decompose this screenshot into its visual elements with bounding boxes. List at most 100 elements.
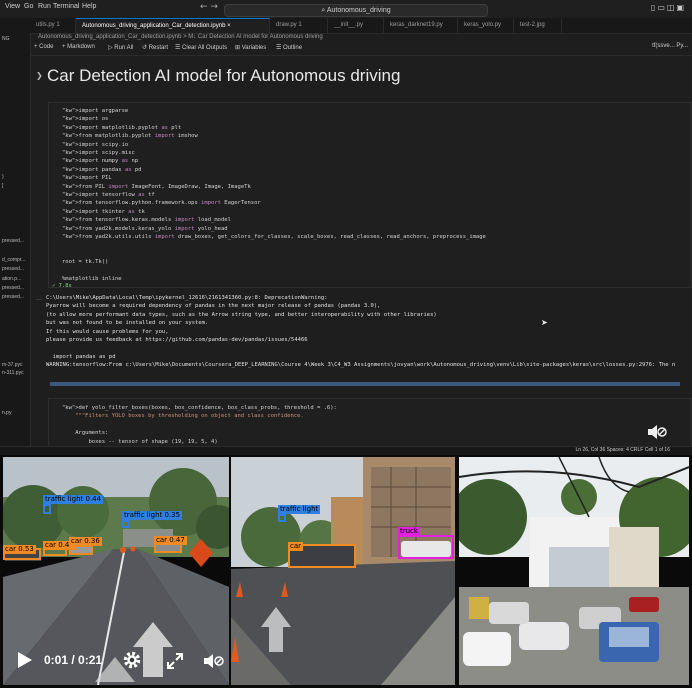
command-center[interactable]: ⌕ Autonomous_driving [224,4,488,17]
notebook-toolbar: + Code + Markdown ▷ Run All ↺ Restart ☰ … [30,42,692,56]
code-line[interactable]: "kw">from yad2k.models.keras_yolo import… [62,226,228,232]
explorer-fragment[interactable]: pressed... [2,285,24,291]
code-line[interactable]: """Filters YOLO boxes by thresholding on… [62,413,303,419]
output-line: but was not found to be installed on you… [46,320,209,327]
traffic-light-label: traffic light 0.35 [122,511,183,520]
output-line: Pyarrow will become a required dependenc… [46,303,381,310]
traffic-photo-3 [459,457,689,685]
explorer-fragment[interactable]: n-311.pyc [2,370,24,376]
restart-button[interactable]: ↺ Restart [142,44,168,51]
traffic-light-box [122,520,130,528]
detection-photo-1: traffic light 0.44 traffic light 0.35 ca… [3,457,229,685]
tab-label: Autonomous_driving_application_Car_detec… [82,23,226,29]
nav-arrows-icon[interactable]: ← → [200,2,218,12]
code-line[interactable]: "kw">import scipy.io [62,142,128,148]
code-line[interactable]: "kw">import tkinter as tk [62,209,145,215]
explorer-fragment[interactable]: ] [2,183,3,189]
fullscreen-icon[interactable] [166,652,184,670]
layout-icons[interactable]: ▯▭◫▣ [651,3,686,12]
explorer-fragment[interactable]: m-37.pyc [2,362,23,368]
outline-button[interactable]: ☰ Outline [276,44,302,51]
explorer-fragment[interactable]: ation.p... [2,276,21,282]
mouse-cursor-icon: ➤ [541,318,548,327]
code-line[interactable]: "kw">from yad2k.utils.utils import draw_… [62,234,486,240]
code-line[interactable]: "kw">from tensorflow.python.framework.op… [62,200,261,206]
collapse-chevron-icon[interactable]: ❯ [36,71,43,80]
car-label: car 0.47 [154,536,187,545]
vscode-window: View Go Run Terminal Help ← → ⌕ Autonomo… [0,0,692,455]
tab-draw[interactable]: draw.py 1 [270,18,328,33]
explorer-fragment[interactable]: pressed... [2,238,24,244]
explorer-fragment[interactable]: pressed... [2,266,24,272]
menu-run[interactable]: Run [38,3,51,10]
code-line[interactable]: "kw">import numpy as np [62,158,138,164]
tab-test-image[interactable]: test-2.jpg [514,18,562,33]
detection-photo-2: traffic light car truck [231,457,455,685]
explorer-fragment[interactable]: NG [2,36,10,42]
kernel-picker[interactable]: tf(ssve... Py... [652,43,688,49]
code-line[interactable]: "kw">import tensorflow as tf [62,192,155,198]
code-line[interactable]: "kw">from matplotlib.pyplot import imsho… [62,133,198,139]
code-line[interactable]: "kw">import os [62,116,108,122]
output-line: (to allow more performant data types, su… [46,311,437,318]
explorer-fragment[interactable]: n.py [2,410,11,416]
street-scene-3 [459,457,689,685]
output-line: If this would cause problems for you, [46,328,169,335]
output-line: please provide us feedback at https://gi… [46,337,308,343]
tab-notebook[interactable]: Autonomous_driving_application_Car_detec… [76,18,270,33]
tab-label: test-2.jpg [520,22,545,28]
code-line[interactable]: "kw">import pandas as pd [62,167,142,173]
code-line[interactable]: "kw">import PIL [62,175,112,181]
code-line[interactable]: "kw">def yolo_filter_boxes(boxes, box_co… [62,405,337,411]
menu-view[interactable]: View [5,3,20,10]
menu-terminal[interactable]: Terminal [53,3,79,10]
code-line[interactable]: boxes -- tensor of shape (19, 19, 5, 4) [62,439,217,445]
menu-bar: View Go Run Terminal Help ← → ⌕ Autonomo… [0,0,692,19]
markdown-title: Car Detection AI model for Autonomous dr… [47,66,401,85]
clear-outputs-button[interactable]: ☰ Clear All Outputs [175,44,227,51]
breadcrumb[interactable]: Autonomous_driving_application_Car_detec… [38,34,323,40]
tab-label: draw.py 1 [276,22,302,28]
explorer-fragment[interactable]: ) [2,174,4,180]
screen: View Go Run Terminal Help ← → ⌕ Autonomo… [0,0,692,688]
variables-button[interactable]: ⊞ Variables [235,44,266,51]
status-position[interactable]: Ln 26, Col 36 Spaces: 4 CRLF Cell 1 of 1… [576,447,671,453]
add-markdown-button[interactable]: + Markdown [62,44,95,50]
output-line: import pandas as pd [46,353,116,360]
tab-init[interactable]: __init__.py [328,18,384,33]
explorer-fragment[interactable]: d_compr... [2,257,25,263]
tab-utils[interactable]: utils.py 1 [30,18,76,33]
mute-icon[interactable] [203,652,225,670]
street-scene-2 [231,457,455,685]
code-line[interactable]: "kw">from tensorflow.keras.models import… [62,217,231,223]
code-line[interactable]: "kw">import matplotlib.pyplot as plt [62,125,181,131]
car-label: car [288,542,304,551]
truck-box [398,535,454,559]
play-icon[interactable] [16,650,34,670]
code-line[interactable]: root = tk.Tk() [62,259,108,265]
command-center-label: Autonomous_driving [326,7,391,14]
code-line[interactable]: "kw">import scipy.misc [62,150,135,156]
add-code-button[interactable]: + Code [34,44,54,50]
run-all-button[interactable]: ▷ Run All [108,44,133,51]
tab-label: utils.py 1 [36,22,60,28]
output-menu-icon[interactable]: … [36,295,42,302]
execution-time: ✓ 7.8s [52,283,72,289]
gear-icon[interactable] [120,649,144,671]
code-line[interactable]: %matplotlib inline [62,276,122,282]
traffic-light-box [278,514,286,522]
tab-label: __init__.py [334,22,364,28]
mute-icon[interactable] [646,424,668,440]
menu-go[interactable]: Go [24,3,33,10]
explorer-sidebar: NG ) ] d_compr... pressed... pressed... … [0,18,31,446]
code-line[interactable]: "kw">from PIL import ImageFont, ImageDra… [62,184,251,190]
explorer-fragment[interactable]: pressed... [2,294,24,300]
tab-label: keras_darknet19.py [390,22,443,28]
status-bar: Ln 26, Col 36 Spaces: 4 CRLF Cell 1 of 1… [0,446,692,455]
code-line[interactable]: "kw">import argparse [62,108,128,114]
truck-label: truck [398,527,420,536]
code-line[interactable]: Arguments: [62,430,108,436]
menu-help[interactable]: Help [82,3,96,10]
tab-keras-darknet[interactable]: keras_darknet19.py [384,18,458,33]
tab-keras-yolo[interactable]: keras_yolo.py [458,18,514,33]
